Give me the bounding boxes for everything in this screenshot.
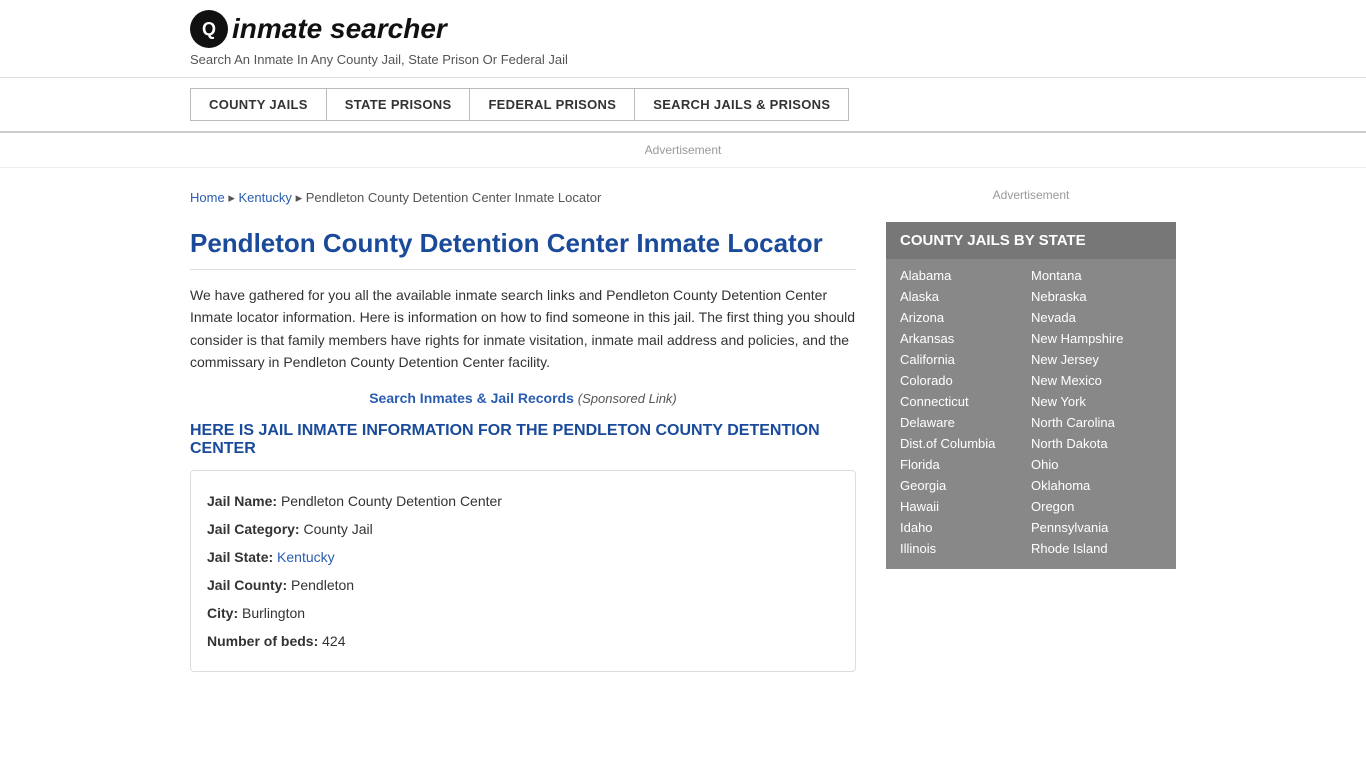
info-card: Jail Name: Pendleton County Detention Ce…: [190, 470, 856, 672]
search-inmates-link[interactable]: Search Inmates & Jail Records: [369, 390, 574, 406]
jail-county-row: Jail County: Pendleton: [207, 571, 839, 599]
jail-name-label: Jail Name:: [207, 493, 277, 509]
state-link[interactable]: Oklahoma: [1031, 475, 1162, 496]
state-link[interactable]: Rhode Island: [1031, 538, 1162, 559]
state-link[interactable]: Florida: [900, 454, 1031, 475]
jail-category-value: County Jail: [303, 521, 372, 537]
jail-city-value: Burlington: [242, 605, 305, 621]
state-link[interactable]: Montana: [1031, 265, 1162, 286]
breadcrumb-sep1: ▸: [228, 190, 238, 205]
jail-city-row: City: Burlington: [207, 599, 839, 627]
state-link[interactable]: Delaware: [900, 412, 1031, 433]
state-link[interactable]: North Dakota: [1031, 433, 1162, 454]
state-link[interactable]: Nevada: [1031, 307, 1162, 328]
breadcrumb-current: Pendleton County Detention Center Inmate…: [306, 190, 602, 205]
state-link[interactable]: Arkansas: [900, 328, 1031, 349]
search-jails-nav[interactable]: SEARCH JAILS & PRISONS: [634, 88, 849, 121]
state-link[interactable]: Hawaii: [900, 496, 1031, 517]
state-link[interactable]: Pennsylvania: [1031, 517, 1162, 538]
state-list-box: COUNTY JAILS BY STATE AlabamaAlaskaArizo…: [886, 222, 1176, 569]
state-link[interactable]: Oregon: [1031, 496, 1162, 517]
tagline: Search An Inmate In Any County Jail, Sta…: [190, 52, 1176, 67]
state-link[interactable]: Georgia: [900, 475, 1031, 496]
breadcrumb: Home ▸ Kentucky ▸ Pendleton County Deten…: [190, 178, 856, 218]
state-link[interactable]: Colorado: [900, 370, 1031, 391]
jail-state-label: Jail State:: [207, 549, 273, 565]
jail-county-value: Pendleton: [291, 577, 354, 593]
state-link[interactable]: Connecticut: [900, 391, 1031, 412]
content-area: Home ▸ Kentucky ▸ Pendleton County Deten…: [190, 178, 856, 672]
sponsored-label: (Sponsored Link): [578, 391, 677, 406]
sidebar-ad: Advertisement: [886, 178, 1176, 222]
state-link[interactable]: New York: [1031, 391, 1162, 412]
logo-icon: Q: [190, 10, 228, 48]
jail-state-row: Jail State: Kentucky: [207, 543, 839, 571]
jail-category-label: Jail Category:: [207, 521, 300, 537]
state-link[interactable]: New Jersey: [1031, 349, 1162, 370]
state-link[interactable]: Alaska: [900, 286, 1031, 307]
logo-text[interactable]: inmate searcher: [232, 13, 447, 45]
state-prisons-nav[interactable]: STATE PRISONS: [326, 88, 470, 121]
jail-state-value[interactable]: Kentucky: [277, 549, 335, 565]
ad-banner: Advertisement: [0, 133, 1366, 168]
search-link-area: Search Inmates & Jail Records (Sponsored…: [190, 390, 856, 406]
state-link[interactable]: New Mexico: [1031, 370, 1162, 391]
state-link[interactable]: Arizona: [900, 307, 1031, 328]
breadcrumb-home[interactable]: Home: [190, 190, 225, 205]
description: We have gathered for you all the availab…: [190, 284, 856, 374]
jail-beds-row: Number of beds: 424: [207, 627, 839, 655]
state-link[interactable]: Nebraska: [1031, 286, 1162, 307]
state-link[interactable]: Illinois: [900, 538, 1031, 559]
nav-bar: COUNTY JAILS STATE PRISONS FEDERAL PRISO…: [0, 78, 1366, 133]
state-link[interactable]: Alabama: [900, 265, 1031, 286]
header: Q inmate searcher Search An Inmate In An…: [0, 0, 1366, 78]
state-list-title: COUNTY JAILS BY STATE: [886, 222, 1176, 259]
county-jails-nav[interactable]: COUNTY JAILS: [190, 88, 326, 121]
state-link[interactable]: Idaho: [900, 517, 1031, 538]
jail-city-label: City:: [207, 605, 238, 621]
breadcrumb-sep2: ▸: [296, 190, 306, 205]
state-link[interactable]: North Carolina: [1031, 412, 1162, 433]
state-link[interactable]: Dist.of Columbia: [900, 433, 1031, 454]
jail-county-label: Jail County:: [207, 577, 287, 593]
states-col1: AlabamaAlaskaArizonaArkansasCaliforniaCo…: [900, 265, 1031, 559]
logo-area: Q inmate searcher: [190, 10, 1176, 48]
sidebar: Advertisement COUNTY JAILS BY STATE Alab…: [886, 178, 1176, 672]
jail-name-value: Pendleton County Detention Center: [281, 493, 502, 509]
state-list-content: AlabamaAlaskaArizonaArkansasCaliforniaCo…: [886, 259, 1176, 569]
section-heading: HERE IS JAIL INMATE INFORMATION FOR THE …: [190, 422, 856, 458]
jail-beds-label: Number of beds:: [207, 633, 318, 649]
state-link[interactable]: California: [900, 349, 1031, 370]
jail-name-row: Jail Name: Pendleton County Detention Ce…: [207, 487, 839, 515]
state-link[interactable]: New Hampshire: [1031, 328, 1162, 349]
state-link[interactable]: Ohio: [1031, 454, 1162, 475]
page-title: Pendleton County Detention Center Inmate…: [190, 228, 856, 270]
states-col2: MontanaNebraskaNevadaNew HampshireNew Je…: [1031, 265, 1162, 559]
breadcrumb-state[interactable]: Kentucky: [238, 190, 291, 205]
jail-beds-value: 424: [322, 633, 345, 649]
main-content: Home ▸ Kentucky ▸ Pendleton County Deten…: [0, 168, 1366, 672]
federal-prisons-nav[interactable]: FEDERAL PRISONS: [469, 88, 634, 121]
jail-category-row: Jail Category: County Jail: [207, 515, 839, 543]
